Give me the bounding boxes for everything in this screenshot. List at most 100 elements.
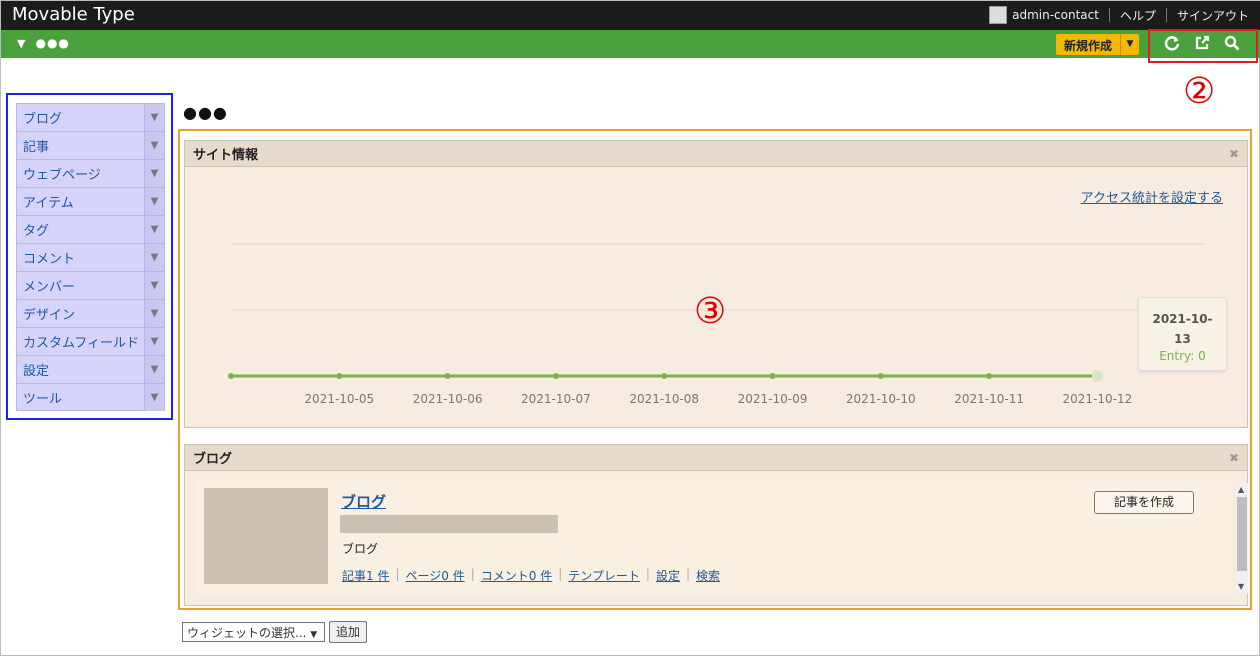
chevron-down-icon[interactable]: ▼: [144, 300, 164, 327]
widget-title: ブログ: [193, 452, 233, 467]
site-info-widget: サイト情報 ✖ アクセス統計を設定する 2021-10-05 2021-10-06…: [184, 140, 1248, 428]
x-tick-label: 2021-10-11: [954, 392, 1024, 406]
sidebar-item-assets[interactable]: アイテム ▼: [16, 187, 165, 215]
comments-count-link[interactable]: コメント0 件: [481, 567, 552, 584]
annotation-box-2: [1148, 29, 1258, 63]
scrollbar-thumb[interactable]: [1237, 497, 1247, 571]
sidebar-item-label: タグ: [23, 224, 50, 239]
blog-thumbnail: [204, 488, 328, 584]
widget-header: ブログ ✖: [185, 445, 1247, 471]
sidebar-item-label: メンバー: [23, 280, 76, 295]
scroll-down-icon[interactable]: ▼: [1238, 582, 1244, 591]
chevron-down-icon[interactable]: ▼: [144, 244, 164, 271]
site-name: ●●●: [35, 36, 70, 50]
sidebar-item-blog[interactable]: ブログ ▼: [16, 103, 165, 131]
divider: |: [558, 567, 563, 581]
data-point[interactable]: [1091, 370, 1103, 382]
sidebar-item-tags[interactable]: タグ ▼: [16, 215, 165, 243]
sidebar-item-label: アイテム: [23, 196, 74, 211]
blog-description: ブログ: [342, 542, 379, 556]
templates-link[interactable]: テンプレート: [568, 567, 640, 584]
sidebar-menu: ブログ ▼ 記事 ▼ ウェブページ ▼ アイテム ▼ タグ ▼ コメント ▼ メンバー ▼ デ…: [6, 93, 173, 420]
data-point[interactable]: [336, 373, 343, 379]
chevron-down-icon[interactable]: ▼: [144, 216, 164, 243]
x-tick-label: 2021-10-08: [629, 392, 699, 406]
chart-tooltip: 2021-10- 13 Entry: 0: [1138, 297, 1227, 371]
divider: |: [395, 567, 400, 581]
sidebar-item-design[interactable]: デザイン ▼: [16, 299, 165, 327]
x-tick-label: 2021-10-05: [304, 392, 374, 406]
widget-title: サイト情報: [193, 148, 259, 163]
create-entry-button[interactable]: 記事を作成: [1094, 491, 1194, 514]
username-link[interactable]: admin-contact: [1012, 8, 1099, 22]
widget-header: サイト情報 ✖: [185, 141, 1247, 167]
blog-name-link[interactable]: ブログ: [341, 491, 386, 512]
sidebar-item-comments[interactable]: コメント ▼: [16, 243, 165, 271]
data-point[interactable]: [769, 373, 776, 379]
chevron-down-icon[interactable]: ▼: [144, 188, 164, 215]
sidebar-item-label: 記事: [23, 140, 50, 155]
widget-select-value: ウィジェットの選択...: [187, 626, 307, 640]
divider: [1108, 8, 1110, 22]
site-switcher[interactable]: ▼ ●●●: [17, 36, 70, 50]
data-point[interactable]: [661, 373, 668, 379]
scrollbar[interactable]: ▲ ▼: [1236, 483, 1248, 593]
divider: |: [470, 567, 475, 581]
sidebar-item-custom-fields[interactable]: カスタムフィールド ▼: [16, 327, 165, 355]
new-create-button[interactable]: 新規作成 ▼: [1056, 34, 1140, 55]
sidebar-item-webpages[interactable]: ウェブページ ▼: [16, 159, 165, 187]
sidebar-item-members[interactable]: メンバー ▼: [16, 271, 165, 299]
chevron-down-icon[interactable]: ▼: [144, 104, 164, 131]
close-icon[interactable]: ✖: [1229, 147, 1239, 161]
blog-links: 記事1 件 | ページ0 件 | コメント0 件 | テンプレート | 設定 | 検索: [342, 567, 720, 584]
new-create-label: 新規作成: [1056, 34, 1122, 55]
sidebar-item-settings[interactable]: 設定 ▼: [16, 355, 165, 383]
scroll-up-icon[interactable]: ▲: [1238, 485, 1244, 494]
sidebar-item-tools[interactable]: ツール ▼: [16, 383, 165, 411]
add-widget-button[interactable]: 追加: [329, 621, 367, 643]
sidebar-item-entries[interactable]: 記事 ▼: [16, 131, 165, 159]
chevron-down-icon[interactable]: ▼: [1121, 34, 1139, 55]
data-point[interactable]: [552, 373, 559, 379]
chevron-down-icon[interactable]: ▼: [144, 383, 164, 411]
data-point[interactable]: [228, 373, 234, 379]
x-tick-label: 2021-10-10: [846, 392, 916, 406]
redacted-url: [340, 515, 558, 533]
settings-link[interactable]: 設定: [656, 567, 680, 584]
widget-select[interactable]: ウィジェットの選択... ▼: [182, 622, 325, 642]
callout-3: ③: [694, 291, 727, 332]
entries-count-link[interactable]: 記事1 件: [342, 567, 389, 584]
chevron-down-icon[interactable]: ▼: [144, 272, 164, 299]
divider: |: [685, 567, 691, 581]
chevron-down-icon[interactable]: ▼: [144, 356, 164, 383]
data-point[interactable]: [986, 373, 993, 379]
avatar: [989, 6, 1008, 24]
tooltip-entry: Entry: 0: [1159, 349, 1206, 363]
sidebar-item-label: ブログ: [23, 112, 63, 127]
sidebar-item-label: 設定: [23, 364, 50, 379]
tooltip-date: 2021-10- 13: [1152, 312, 1213, 346]
pages-count-link[interactable]: ページ0 件: [406, 567, 465, 584]
sidebar-item-label: カスタムフィールド: [23, 336, 139, 351]
signout-link[interactable]: サインアウト: [1177, 7, 1249, 24]
chevron-down-icon[interactable]: ▼: [144, 160, 164, 187]
x-tick-label: 2021-10-09: [738, 392, 808, 406]
divider: [1165, 8, 1167, 22]
blog-card: ブログ ブログ 記事1 件 | ページ0 件 | コメント0 件 | テンプレート | …: [195, 481, 1231, 594]
x-tick-label: 2021-10-06: [413, 392, 483, 406]
app-logo[interactable]: Movable Type: [12, 4, 135, 25]
user-nav: admin-contact ヘルプ サインアウト: [989, 6, 1249, 24]
help-link[interactable]: ヘルプ: [1120, 7, 1156, 24]
divider: |: [645, 567, 650, 581]
data-point[interactable]: [877, 373, 884, 379]
x-tick-label: 2021-10-12: [1063, 392, 1133, 406]
top-bar: Movable Type admin-contact ヘルプ サインアウト: [1, 1, 1260, 30]
sidebar-item-label: ツール: [23, 391, 63, 407]
search-link[interactable]: 検索: [696, 567, 720, 584]
data-point[interactable]: [444, 373, 451, 379]
chevron-down-icon[interactable]: ▼: [144, 132, 164, 159]
chevron-down-icon[interactable]: ▼: [144, 328, 164, 355]
close-icon[interactable]: ✖: [1229, 451, 1239, 465]
callout-2: ②: [1183, 71, 1216, 112]
sidebar-item-label: コメント: [23, 252, 76, 267]
